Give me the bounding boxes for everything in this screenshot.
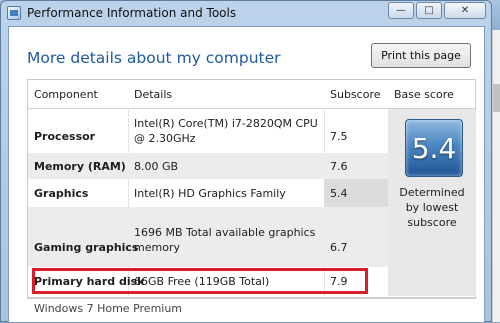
details-value: 1696 MB Total available graphics memory: [134, 226, 316, 254]
window-title: Performance Information and Tools: [27, 6, 237, 20]
details-table: Component Details Subscore Base score Pr…: [27, 79, 477, 315]
base-score-note: Determined by lowest subscore: [399, 186, 465, 229]
component-label: Gaming graphics: [34, 241, 139, 254]
details-value: Intel(R) Core(TM) i7-2820QM CPU @ 2.30GH…: [134, 117, 318, 145]
component-label: Memory (RAM): [34, 160, 126, 173]
client-area: More details about my computer Print thi…: [8, 26, 485, 323]
print-page-button[interactable]: Print this page: [371, 43, 471, 68]
subscore-value: 7.5: [330, 130, 348, 143]
header-base-score: Base score: [394, 88, 454, 101]
title-bar[interactable]: Performance Information and Tools — □ ✕: [1, 1, 491, 25]
close-button[interactable]: ✕: [444, 2, 486, 19]
maximize-button[interactable]: □: [416, 2, 442, 19]
hard-disk-highlight-box: [32, 268, 368, 294]
app-icon: [7, 6, 21, 20]
edition-row: Windows 7 Home Premium: [28, 297, 477, 319]
base-score-badge: 5.4: [405, 119, 463, 177]
windows-edition: Windows 7 Home Premium: [34, 302, 183, 315]
caption-buttons: — □ ✕: [388, 2, 486, 19]
scrollbar-thumb[interactable]: [493, 84, 500, 112]
base-score-column: 5.4 Determined by lowest subscore: [388, 109, 476, 296]
details-value: Intel(R) HD Graphics Family: [134, 187, 286, 200]
table-row: Graphics Intel(R) HD Graphics Family 5.4: [28, 179, 388, 207]
header-component: Component: [34, 88, 98, 101]
window: Performance Information and Tools — □ ✕ …: [0, 0, 492, 323]
table-row: Gaming graphics 1696 MB Total available …: [28, 207, 388, 267]
subscore-value: 5.4: [330, 187, 348, 200]
table-row: Processor Intel(R) Core(TM) i7-2820QM CP…: [28, 109, 388, 153]
subscore-value: 6.7: [330, 241, 348, 254]
details-value: 8.00 GB: [134, 160, 179, 173]
header-details: Details: [134, 88, 173, 101]
vertical-scrollbar[interactable]: [492, 30, 500, 322]
component-label: Graphics: [34, 187, 89, 200]
table-row: Memory (RAM) 8.00 GB 7.6: [28, 153, 388, 179]
subscore-value: 7.6: [330, 160, 348, 173]
minimize-button[interactable]: —: [388, 2, 414, 19]
page-title: More details about my computer: [27, 49, 281, 67]
header-subscore: Subscore: [330, 88, 381, 101]
component-label: Processor: [34, 130, 96, 143]
